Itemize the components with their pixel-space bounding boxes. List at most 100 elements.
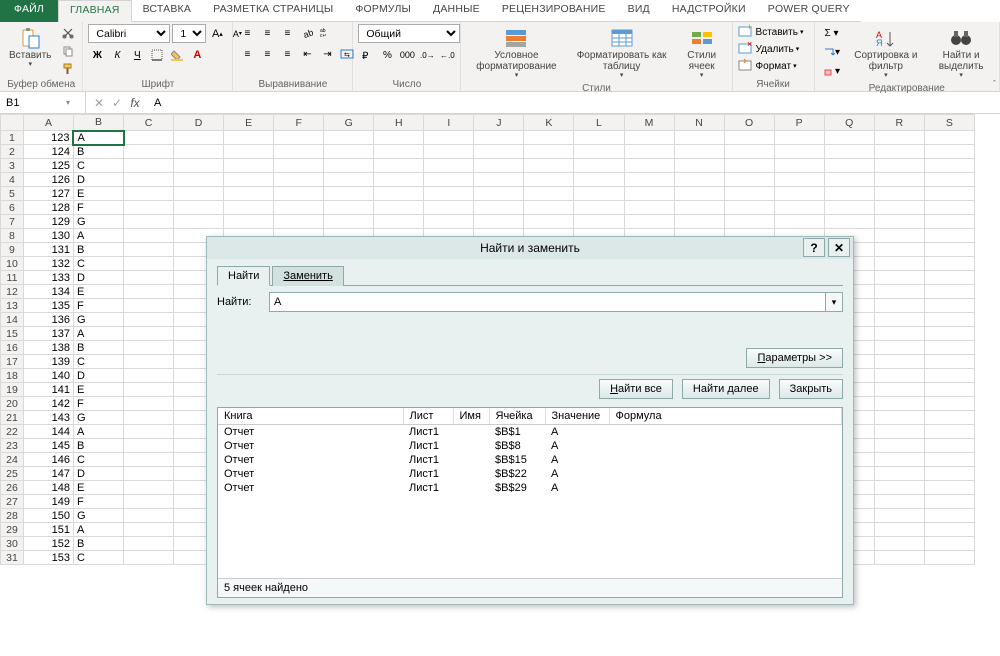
row-header-10[interactable]: 10 [1, 257, 24, 271]
conditional-formatting-button[interactable]: Условное форматирование▾ [466, 24, 566, 82]
cell-Q1[interactable] [824, 131, 874, 145]
result-row[interactable]: ОтчетЛист1$B$8A [218, 439, 842, 453]
copy-button[interactable] [59, 42, 77, 60]
row-header-15[interactable]: 15 [1, 327, 24, 341]
select-all-corner[interactable] [1, 115, 24, 131]
cell-M1[interactable] [624, 131, 674, 145]
cell-G1[interactable] [324, 131, 374, 145]
cell-B9[interactable]: B [73, 243, 123, 257]
cell-A31[interactable]: 153 [23, 551, 73, 565]
cell-B23[interactable]: B [73, 439, 123, 453]
cell-O3[interactable] [724, 159, 774, 173]
cell-L5[interactable] [574, 187, 624, 201]
row-header-11[interactable]: 11 [1, 271, 24, 285]
cell-R17[interactable] [874, 355, 924, 369]
cell-A16[interactable]: 138 [23, 341, 73, 355]
cell-C6[interactable] [124, 201, 174, 215]
cell-A4[interactable]: 126 [23, 173, 73, 187]
result-row[interactable]: ОтчетЛист1$B$15A [218, 453, 842, 467]
cell-B19[interactable]: E [73, 383, 123, 397]
cell-N7[interactable] [674, 215, 724, 229]
row-header-1[interactable]: 1 [1, 131, 24, 145]
cell-C2[interactable] [124, 145, 174, 159]
cell-R31[interactable] [874, 551, 924, 565]
tab-power-query[interactable]: POWER QUERY [757, 0, 861, 22]
cell-S22[interactable] [924, 425, 974, 439]
tab-главная[interactable]: ГЛАВНАЯ [58, 0, 132, 22]
cell-C24[interactable] [124, 453, 174, 467]
cell-K4[interactable] [524, 173, 574, 187]
cell-S3[interactable] [924, 159, 974, 173]
cell-L2[interactable] [574, 145, 624, 159]
col-header-O[interactable]: O [724, 115, 774, 131]
cell-B17[interactable]: C [73, 355, 123, 369]
row-header-28[interactable]: 28 [1, 509, 24, 523]
cell-F3[interactable] [274, 159, 324, 173]
cell-M2[interactable] [624, 145, 674, 159]
cell-E2[interactable] [224, 145, 274, 159]
cell-R19[interactable] [874, 383, 924, 397]
cell-styles-button[interactable]: Стили ячеек▾ [677, 24, 727, 82]
cell-S16[interactable] [924, 341, 974, 355]
cell-N6[interactable] [674, 201, 724, 215]
cell-P2[interactable] [774, 145, 824, 159]
cell-B16[interactable]: B [73, 341, 123, 355]
fill-color-button[interactable] [168, 46, 186, 64]
cell-A3[interactable]: 125 [23, 159, 73, 173]
tab-вид[interactable]: ВИД [617, 0, 661, 22]
cell-S9[interactable] [924, 243, 974, 257]
cell-C9[interactable] [124, 243, 174, 257]
cell-R20[interactable] [874, 397, 924, 411]
cell-B29[interactable]: A [73, 523, 123, 537]
cell-Q3[interactable] [824, 159, 874, 173]
cell-R26[interactable] [874, 481, 924, 495]
cell-R11[interactable] [874, 271, 924, 285]
cell-C8[interactable] [124, 229, 174, 243]
cell-B15[interactable]: A [73, 327, 123, 341]
cell-S11[interactable] [924, 271, 974, 285]
find-next-button[interactable]: Найти далее [682, 379, 770, 399]
cell-E5[interactable] [224, 187, 274, 201]
cell-C17[interactable] [124, 355, 174, 369]
cell-S15[interactable] [924, 327, 974, 341]
cell-C16[interactable] [124, 341, 174, 355]
font-color-button[interactable]: A [188, 46, 206, 64]
cell-S29[interactable] [924, 523, 974, 537]
align-right-button[interactable]: ≡ [278, 45, 296, 63]
cell-S21[interactable] [924, 411, 974, 425]
col-header-M[interactable]: M [624, 115, 674, 131]
find-all-button[interactable]: Найти все [599, 379, 673, 399]
cell-R21[interactable] [874, 411, 924, 425]
cell-G6[interactable] [324, 201, 374, 215]
cell-Q2[interactable] [824, 145, 874, 159]
cell-I1[interactable] [424, 131, 474, 145]
insert-function-button[interactable]: fx [126, 96, 144, 110]
col-header-I[interactable]: I [424, 115, 474, 131]
cell-S13[interactable] [924, 299, 974, 313]
cell-C23[interactable] [124, 439, 174, 453]
cell-B25[interactable]: D [73, 467, 123, 481]
cell-D3[interactable] [174, 159, 224, 173]
col-header-C[interactable]: C [124, 115, 174, 131]
cell-B5[interactable]: E [73, 187, 123, 201]
row-header-30[interactable]: 30 [1, 537, 24, 551]
cell-I6[interactable] [424, 201, 474, 215]
cell-C13[interactable] [124, 299, 174, 313]
cell-D2[interactable] [174, 145, 224, 159]
cell-H3[interactable] [374, 159, 424, 173]
cell-A25[interactable]: 147 [23, 467, 73, 481]
row-header-18[interactable]: 18 [1, 369, 24, 383]
cell-P5[interactable] [774, 187, 824, 201]
cell-R6[interactable] [874, 201, 924, 215]
cell-A24[interactable]: 146 [23, 453, 73, 467]
cell-G7[interactable] [324, 215, 374, 229]
col-name[interactable]: Имя [453, 408, 489, 425]
col-header-E[interactable]: E [224, 115, 274, 131]
cell-P4[interactable] [774, 173, 824, 187]
cell-R3[interactable] [874, 159, 924, 173]
row-header-14[interactable]: 14 [1, 313, 24, 327]
col-header-H[interactable]: H [374, 115, 424, 131]
cell-R25[interactable] [874, 467, 924, 481]
cell-S17[interactable] [924, 355, 974, 369]
cell-C26[interactable] [124, 481, 174, 495]
